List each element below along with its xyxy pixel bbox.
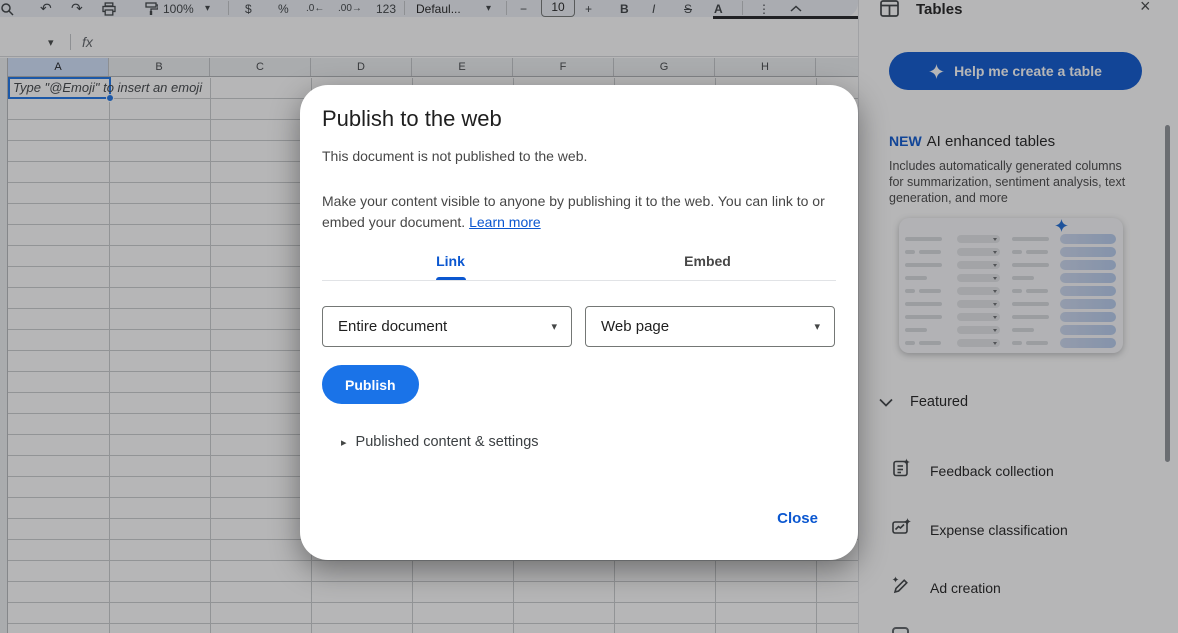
publish-format-select[interactable]: Web page ▾ xyxy=(585,306,835,347)
dialog-tabs: Link Embed xyxy=(322,241,836,280)
tab-embed[interactable]: Embed xyxy=(579,241,836,280)
dialog-description: Make your content visible to anyone by p… xyxy=(322,191,830,232)
close-dialog-button[interactable]: Close xyxy=(777,510,818,527)
learn-more-link[interactable]: Learn more xyxy=(469,214,541,230)
publish-button[interactable]: Publish xyxy=(322,365,419,404)
publish-to-web-dialog: Publish to the web This document is not … xyxy=(300,85,858,560)
dropdown-caret-icon: ▾ xyxy=(814,320,820,333)
tab-link[interactable]: Link xyxy=(322,241,579,280)
dropdown-caret-icon: ▾ xyxy=(551,320,557,333)
tabs-divider xyxy=(322,280,836,281)
published-content-settings-expander[interactable]: ▸ Published content & settings xyxy=(341,434,539,450)
screen: ↶ ↷ 100% ▾ $ % .0← .00→ 123 Defaul... ▾ … xyxy=(0,0,1178,633)
dialog-title: Publish to the web xyxy=(322,106,502,132)
published-content-select[interactable]: Entire document ▾ xyxy=(322,306,572,347)
disclosure-arrow-icon: ▸ xyxy=(341,436,347,449)
publish-status-text: This document is not published to the we… xyxy=(322,148,587,164)
